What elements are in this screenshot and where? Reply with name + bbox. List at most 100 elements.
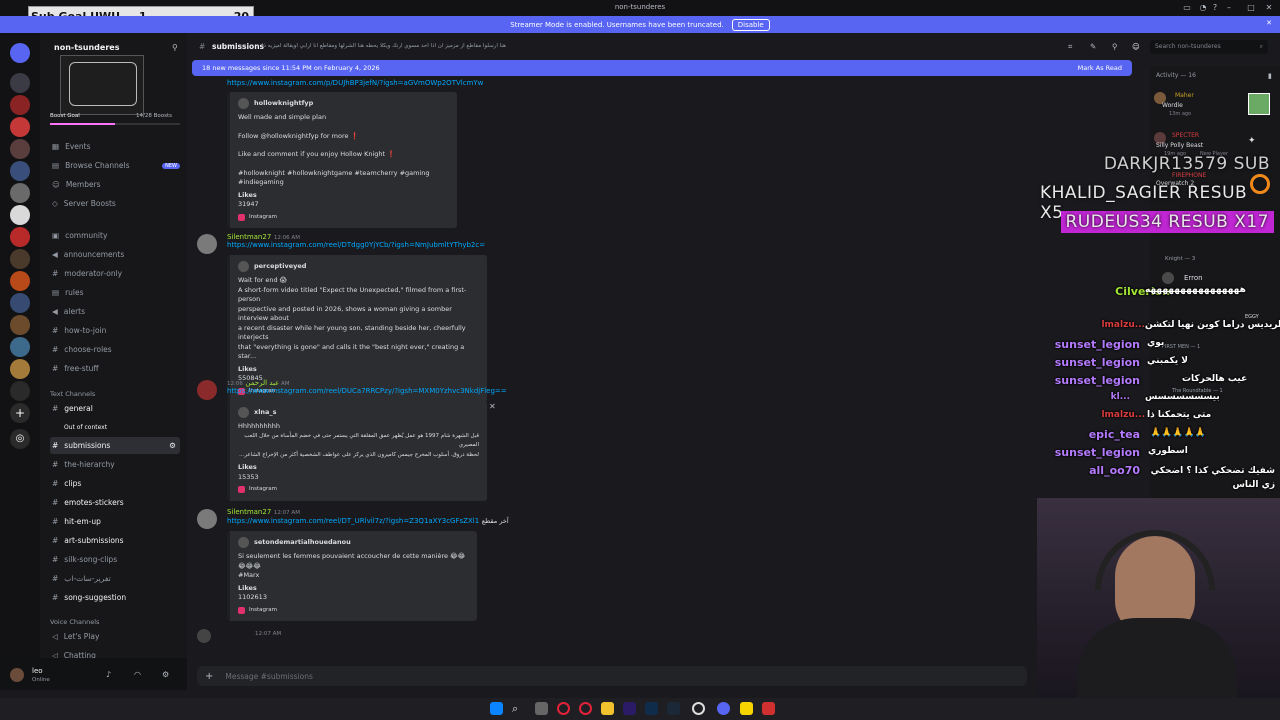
settings-icon[interactable]: ⚙ (162, 670, 169, 679)
server-icon[interactable] (10, 95, 30, 115)
discover-icon[interactable]: ◎ (10, 429, 30, 449)
server-icon[interactable] (10, 381, 30, 401)
windows-start-icon[interactable] (490, 702, 503, 715)
add-member-icon[interactable]: ⚲ (172, 43, 178, 52)
member-list-icon[interactable]: ☺ (1132, 42, 1140, 51)
channel-song-suggestion[interactable]: # song-suggestion (50, 589, 180, 606)
author-name[interactable]: عبد الرحمن (245, 379, 279, 387)
opera-icon[interactable] (557, 702, 570, 715)
member-name[interactable]: Maher (1175, 92, 1194, 99)
text-channels-category[interactable]: Text Channels (50, 390, 95, 398)
avatar[interactable] (197, 509, 217, 529)
close-icon[interactable]: ✕ (1262, 2, 1276, 14)
channel-alerts[interactable]: ◀ alerts (50, 303, 180, 320)
banner-close-icon[interactable]: ✕ (1266, 19, 1272, 27)
search-input[interactable]: Search non-tsunderes ⌕ (1150, 40, 1268, 54)
channel-rules[interactable]: ▤ rules (50, 284, 180, 301)
server-icon[interactable] (10, 43, 30, 63)
channel-community[interactable]: ▣ community (50, 227, 180, 244)
embed-author[interactable]: perceptiveyed (238, 261, 479, 272)
channel-silk-song-clips[interactable]: # silk-song-clips (50, 551, 180, 568)
channel-arabic[interactable]: # تفرير-سات-اب (50, 570, 180, 587)
server-icon[interactable] (10, 271, 30, 291)
channel-free-stuff[interactable]: # free-stuff (50, 360, 180, 377)
avatar[interactable] (197, 234, 217, 254)
channel-how-to-join[interactable]: # how-to-join (50, 322, 180, 339)
channel-submissions[interactable]: # submissions ⚙ (50, 437, 180, 454)
obs-icon[interactable] (692, 702, 705, 715)
author-name[interactable]: Silentman27 (227, 233, 271, 241)
opera-gx-icon[interactable] (579, 702, 592, 715)
microphone-icon[interactable]: ♪ (106, 670, 111, 679)
attach-icon[interactable]: + (205, 671, 213, 682)
headphones-icon[interactable]: ◠ (134, 670, 141, 679)
nav-browse-channels[interactable]: ▤ Browse Channels NEW (50, 157, 180, 174)
add-server-icon[interactable]: + (10, 403, 30, 423)
server-icon[interactable] (10, 205, 30, 225)
task-view-icon[interactable] (535, 702, 548, 715)
server-icon[interactable] (10, 161, 30, 181)
message-link[interactable]: https://www.instagram.com/p/DUJhBP3jefN/… (227, 79, 483, 87)
notification-icon[interactable]: ✎ (1090, 42, 1096, 51)
boost-count[interactable]: 14/28 Boosts (136, 113, 172, 119)
member-name[interactable]: Erron (1184, 274, 1203, 282)
disable-button[interactable]: Disable (731, 18, 770, 31)
nav-members[interactable]: ☺ Members (50, 176, 180, 193)
minimize-icon[interactable]: – (1222, 2, 1236, 14)
author-name[interactable]: Silentman27 (227, 508, 271, 516)
server-icon[interactable] (10, 227, 30, 247)
avatar[interactable] (10, 668, 24, 682)
search-icon[interactable]: ⌕ (512, 702, 525, 715)
server-icon[interactable] (10, 183, 30, 203)
embed-author[interactable]: xlna_s (238, 407, 479, 418)
channel-choose-roles[interactable]: # choose-roles (50, 341, 180, 358)
channel-the-hierarchy[interactable]: # the-hierarchy (50, 456, 180, 473)
avatar[interactable] (1162, 272, 1174, 284)
server-icon[interactable] (10, 359, 30, 379)
user-name[interactable]: leo (32, 667, 43, 675)
channel-art-submissions[interactable]: # art-submissions (50, 532, 180, 549)
message-link[interactable]: https://www.instagram.com/reel/DT_URlvil… (227, 517, 479, 525)
channel-topic[interactable]: هنا ارسلوا مقاطع از مزميز ان اذا احد مسو… (262, 43, 732, 49)
channel-emotes-stickers[interactable]: # emotes-stickers (50, 494, 180, 511)
discord-icon[interactable] (717, 702, 730, 715)
scrollbar[interactable]: ▮ (1268, 72, 1272, 80)
nav-events[interactable]: ▦ Events (50, 138, 180, 155)
message-link[interactable]: https://www.instagram.com/reel/DUCa7RRCP… (227, 387, 677, 395)
channel-hit-em-up[interactable]: # hit-em-up (50, 513, 180, 530)
server-name[interactable]: non-tsunderes (54, 43, 119, 52)
inbox-icon[interactable]: ▭ (1180, 2, 1194, 14)
server-icon[interactable] (10, 337, 30, 357)
message-link[interactable]: https://www.instagram.com/reel/DTdgg0YjY… (227, 241, 677, 249)
maximize-icon[interactable]: □ (1244, 2, 1258, 14)
channel-moderator-only[interactable]: # moderator-only (50, 265, 180, 282)
photoshop-icon[interactable] (645, 702, 658, 715)
message-input[interactable]: + Message #submissions (197, 666, 1027, 686)
channel-clips[interactable]: # clips (50, 475, 180, 492)
voice-lets-play[interactable]: ◁ Let's Play (50, 628, 180, 645)
notes-icon[interactable] (740, 702, 753, 715)
avatar[interactable] (197, 629, 211, 643)
member-name[interactable]: SPECTER (1172, 132, 1199, 139)
steam-icon[interactable] (667, 702, 680, 715)
remove-embed-icon[interactable]: ✕ (489, 402, 496, 411)
channel-announcements[interactable]: ◀ announcements (50, 246, 180, 263)
avatar[interactable] (197, 380, 217, 400)
app-icon[interactable] (762, 702, 775, 715)
embed-author[interactable]: hollowknightfyp (238, 98, 449, 109)
server-icon[interactable] (10, 249, 30, 269)
help-icon[interactable]: ? (1208, 2, 1222, 14)
voice-channels-category[interactable]: Voice Channels (50, 618, 99, 626)
threads-icon[interactable]: ⌗ (1068, 42, 1072, 52)
nav-server-boosts[interactable]: ◇ Server Boosts (50, 195, 180, 212)
new-messages-bar[interactable]: 18 new messages since 11:54 PM on Februa… (192, 60, 1132, 76)
settings-gear-icon[interactable]: ⚙ (169, 441, 176, 450)
mark-as-read-button[interactable]: Mark As Read (1078, 64, 1122, 72)
server-icon[interactable] (10, 139, 30, 159)
embed-author[interactable]: setondemartialhouedanou (238, 537, 469, 548)
file-explorer-icon[interactable] (601, 702, 614, 715)
server-icon[interactable] (10, 293, 30, 313)
premiere-icon[interactable] (623, 702, 636, 715)
server-icon[interactable] (10, 117, 30, 137)
pin-icon[interactable]: ⚲ (1112, 42, 1118, 51)
